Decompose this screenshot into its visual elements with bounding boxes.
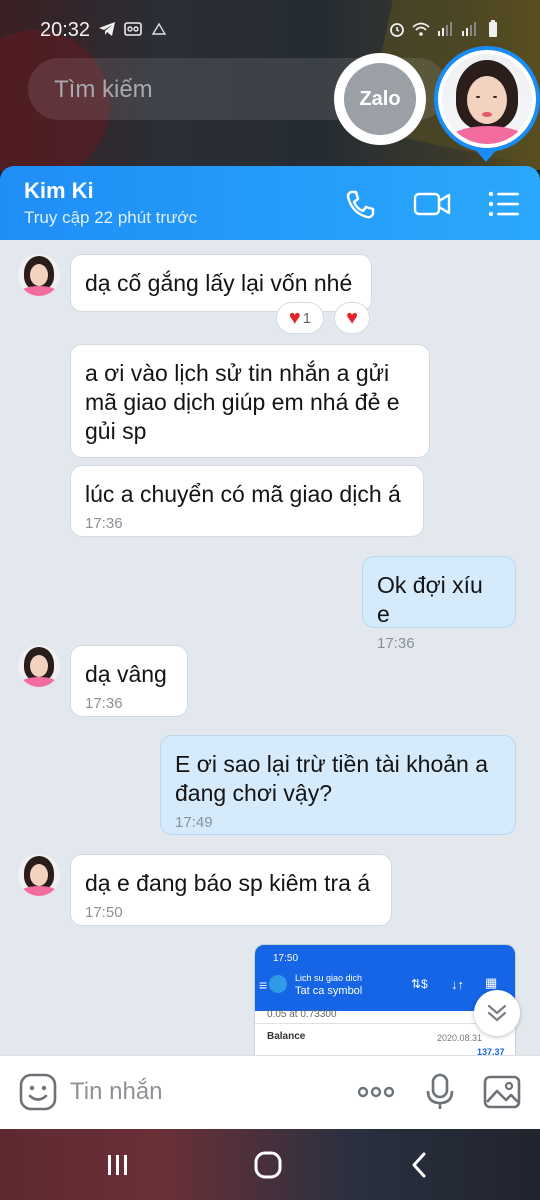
image-sort-icon: ↓↑ xyxy=(451,977,464,992)
message-bubble-sent[interactable]: E ơi sao lại trừ tiền tài khoản a đang c… xyxy=(160,735,516,835)
message-text: E ơi sao lại trừ tiền tài khoản a đang c… xyxy=(175,751,489,806)
video-call-icon[interactable] xyxy=(412,184,452,224)
image-date: 2020.08.31 xyxy=(437,1033,483,1043)
reaction-count-value: 1 xyxy=(302,309,312,327)
double-chevron-down-icon xyxy=(487,1004,507,1022)
status-time: 20:32 xyxy=(40,19,91,41)
message-text: dạ e đang báo sp kiêm tra á xyxy=(85,870,371,896)
image-amount: 137.37 xyxy=(477,1047,505,1055)
contact-avatar[interactable] xyxy=(18,254,60,296)
image-app-logo-icon xyxy=(269,975,287,993)
status-bar: 20:32 xyxy=(0,0,540,58)
app-notification-icon xyxy=(151,22,167,35)
zalo-logo-icon: Zalo xyxy=(344,63,416,135)
telegram-icon xyxy=(99,22,115,36)
zalo-chat-head[interactable]: Zalo xyxy=(334,53,426,145)
image-status-time: 17:50 xyxy=(273,953,299,964)
message-time: 17:50 xyxy=(85,904,123,921)
image-subtitle: Tat ca symbol xyxy=(295,985,363,997)
chat-header: Kim Ki Truy cập 22 phút trước xyxy=(0,166,540,240)
image-row-partial: 0.05 at 0.73300 xyxy=(267,1009,337,1020)
message-time: 17:49 xyxy=(175,814,213,831)
contact-avatar[interactable] xyxy=(18,854,60,896)
image-menu-icon: ≡ xyxy=(259,977,268,993)
heart-icon: ♥ xyxy=(288,307,301,329)
heart-icon: ♥ xyxy=(346,307,358,329)
back-button[interactable] xyxy=(400,1147,440,1183)
message-text: a ơi vào lịch sử tin nhắn a gửi mã giao … xyxy=(85,360,400,444)
more-options-icon[interactable] xyxy=(356,1072,396,1112)
image-gallery-icon[interactable] xyxy=(482,1072,522,1112)
wifi-icon xyxy=(412,22,430,36)
signal-2-icon xyxy=(462,22,476,36)
back-icon xyxy=(412,1152,426,1178)
chat-head-pointer xyxy=(474,148,498,162)
phone-call-icon[interactable] xyxy=(340,184,380,224)
add-reaction-button[interactable]: ♥ xyxy=(334,302,370,334)
message-list[interactable]: dạ cố gắng lấy lại vốn nhé ♥ 1 ♥ a ơi và… xyxy=(0,240,540,1055)
avatar xyxy=(442,54,532,144)
message-text: lúc a chuyển có mã giao dịch á xyxy=(85,481,401,507)
message-bubble[interactable]: lúc a chuyển có mã giao dịch á 17:36 xyxy=(70,465,424,537)
message-bubble-sent[interactable]: Ok đợi xíu e 17:36 xyxy=(362,556,516,652)
system-navigation-bar xyxy=(0,1129,540,1200)
alarm-icon xyxy=(390,23,404,37)
microphone-icon[interactable] xyxy=(420,1072,460,1112)
recent-apps-button[interactable] xyxy=(98,1147,138,1183)
home-button[interactable] xyxy=(248,1147,288,1183)
message-bubble[interactable]: dạ cố gắng lấy lại vốn nhé xyxy=(70,254,372,312)
message-time: 17:36 xyxy=(377,635,415,652)
message-bubble[interactable]: dạ e đang báo sp kiêm tra á 17:50 xyxy=(70,854,392,926)
image-message[interactable]: 17:50 ≡ Lich su giao dich Tat ca symbol … xyxy=(254,944,516,1055)
home-icon xyxy=(254,1151,282,1179)
image-calendar-icon: ▦ xyxy=(485,975,498,990)
recent-apps-icon xyxy=(108,1155,127,1175)
message-input-bar: Tin nhắn xyxy=(0,1055,540,1129)
image-balance-label: Balance xyxy=(267,1031,306,1042)
image-dollar-icon: ⇅$ xyxy=(411,977,428,991)
contact-name[interactable]: Kim Ki xyxy=(24,178,94,204)
message-input[interactable]: Tin nhắn xyxy=(70,1078,163,1106)
sticker-emoji-icon[interactable] xyxy=(18,1072,58,1112)
message-time: 17:36 xyxy=(85,515,123,532)
menu-list-icon[interactable] xyxy=(484,184,524,224)
voicemail-icon xyxy=(124,22,142,36)
search-input[interactable]: Tìm kiếm xyxy=(54,76,153,104)
message-bubble[interactable]: a ơi vào lịch sử tin nhắn a gửi mã giao … xyxy=(70,344,430,458)
message-text: dạ cố gắng lấy lại vốn nhé xyxy=(85,270,353,296)
contact-last-seen: Truy cập 22 phút trước xyxy=(24,208,198,227)
contact-avatar[interactable] xyxy=(18,645,60,687)
message-text: dạ vâng xyxy=(85,661,167,687)
message-time: 17:36 xyxy=(85,695,123,712)
reaction-count[interactable]: ♥ 1 xyxy=(276,302,324,334)
contact-chat-head[interactable] xyxy=(434,46,540,152)
message-text: Ok đợi xíu e xyxy=(377,572,490,627)
message-bubble[interactable]: dạ vâng 17:36 xyxy=(70,645,188,717)
battery-icon xyxy=(489,20,497,37)
signal-1-icon xyxy=(438,22,452,36)
scroll-to-bottom-button[interactable] xyxy=(474,990,520,1036)
image-title: Lich su giao dich xyxy=(295,973,363,983)
